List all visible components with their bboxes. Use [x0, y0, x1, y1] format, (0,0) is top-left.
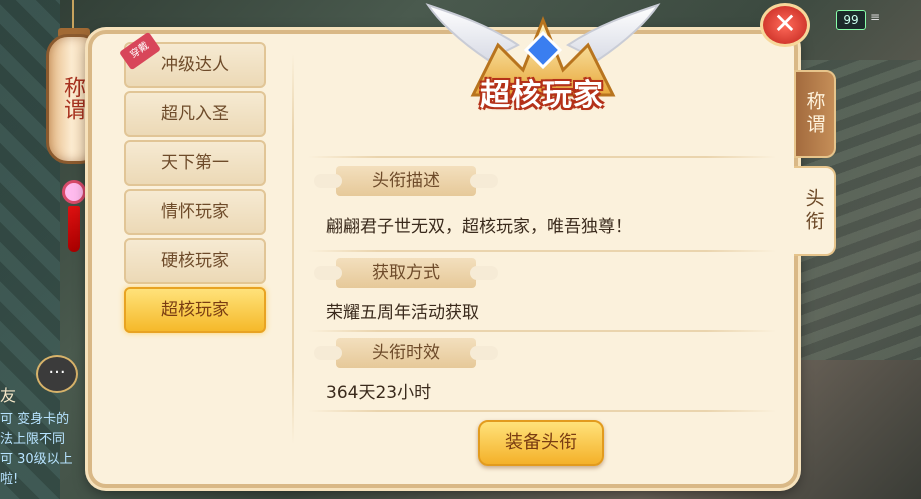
emblem-title: 超核玩家 [480, 78, 604, 113]
title-item-0[interactable]: 穿戴 冲级达人 [118, 31, 266, 88]
chat-line: 可 变身卡的 [0, 412, 70, 427]
menu-icon[interactable]: ≡ [870, 10, 886, 26]
title-item-label: 超核玩家 [161, 300, 229, 320]
title-item-1[interactable]: 超凡入圣 [124, 91, 266, 137]
title-item-2[interactable]: 天下第一 [124, 140, 266, 186]
chat-line: 可 30级以上 [0, 452, 73, 467]
tab-rank[interactable]: 头衔 [794, 166, 836, 256]
description-header: 头衔描述 [314, 166, 498, 196]
tab-rank-label: 头衔 [802, 188, 825, 234]
source-header: 获取方式 [314, 258, 498, 288]
source-text: 荣耀五周年活动获取 [326, 303, 479, 323]
divider [308, 156, 776, 158]
close-button[interactable]: ✕ [760, 3, 810, 47]
title-item-3[interactable]: 情怀玩家 [124, 189, 266, 235]
chat-log[interactable]: 可 变身卡的 法上限不同 可 30级以上 啦! [0, 410, 90, 490]
equip-title-button[interactable]: 装备头衔 [478, 420, 604, 466]
title-item-label: 硬核玩家 [161, 251, 229, 271]
divider [308, 250, 776, 252]
friend-label: 友 [0, 386, 17, 405]
title-item-5[interactable]: 超核玩家 [124, 287, 266, 333]
panel-divider [292, 54, 294, 444]
divider [308, 330, 776, 332]
title-item-label: 超凡入圣 [161, 104, 229, 124]
charm-icon [62, 180, 86, 204]
duration-text: 364天23小时 [326, 383, 432, 403]
tab-title[interactable]: 称谓 [794, 70, 836, 158]
divider [308, 410, 776, 412]
chat-line: 法上限不同 [0, 432, 66, 447]
title-item-label: 情怀玩家 [161, 202, 229, 222]
tassel-icon [68, 206, 80, 252]
title-list: 穿戴 冲级达人 超凡入圣 天下第一 情怀玩家 硬核玩家 超核玩家 [118, 31, 268, 336]
tab-title-label: 称谓 [803, 91, 826, 137]
chat-icon[interactable]: ··· [36, 355, 78, 393]
duration-header: 头衔时效 [314, 338, 498, 368]
chat-line: 啦! [0, 472, 19, 487]
level-badge: 99 [836, 10, 866, 30]
description-text: 翩翩君子世无双，超核玩家，唯吾独尊！ [326, 217, 632, 237]
title-item-label: 冲级达人 [161, 55, 229, 75]
title-item-label: 天下第一 [161, 153, 229, 173]
title-item-4[interactable]: 硬核玩家 [124, 238, 266, 284]
close-icon: ✕ [773, 7, 797, 40]
